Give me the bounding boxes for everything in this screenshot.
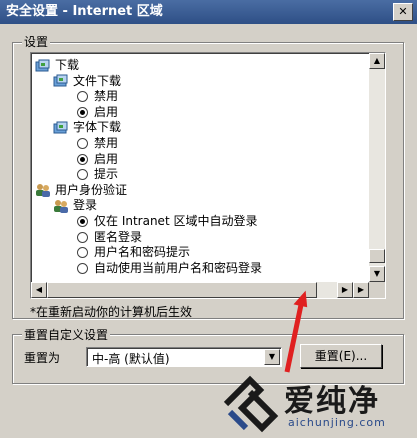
- radio-checked-icon[interactable]: [77, 153, 88, 165]
- vertical-scrollbar[interactable]: ▲ ▼: [369, 53, 385, 282]
- tree-item-label: 用户身份验证: [55, 182, 128, 197]
- close-button[interactable]: ✕: [393, 3, 413, 21]
- tree-item-label: 启用: [94, 104, 119, 119]
- restart-note: *在重新启动你的计算机后生效: [30, 305, 193, 319]
- radio-checked-icon[interactable]: [77, 216, 88, 227]
- scroll-right-end-button[interactable]: ▶: [353, 282, 369, 298]
- radio-unchecked-icon[interactable]: [77, 91, 88, 103]
- tree-category: 文件下载: [53, 73, 121, 89]
- tree-item-label: 仅在 Intranet 区域中自动登录: [94, 214, 258, 228]
- tree-category: 用户身份验证: [35, 182, 127, 198]
- users-icon: [36, 184, 50, 198]
- radio-option[interactable]: 仅在 Intranet 区域中自动登录: [77, 213, 257, 229]
- settings-folder-icon: [53, 74, 68, 87]
- tree-item-label: 启用: [94, 151, 119, 166]
- settings-group-label: 设置: [22, 33, 51, 50]
- tree-category: 下载: [35, 57, 79, 73]
- radio-option[interactable]: 禁用: [77, 88, 118, 104]
- radio-unchecked-icon[interactable]: [77, 231, 88, 243]
- tree-item-label: 文件下载: [73, 73, 122, 88]
- users-icon: [54, 199, 68, 213]
- tree-item-label: 禁用: [94, 89, 119, 104]
- scroll-right-button[interactable]: ▶: [337, 282, 353, 298]
- watermark: 爱纯净 aichunjing.com: [216, 370, 417, 438]
- radio-option[interactable]: 启用: [77, 104, 118, 120]
- title-bar[interactable]: 安全设置 - Internet 区域 ✕: [0, 0, 417, 24]
- radio-option[interactable]: 匿名登录: [77, 229, 142, 245]
- reset-button[interactable]: 重置(E)...: [300, 344, 382, 368]
- tree-item-label: 字体下载: [73, 120, 122, 135]
- settings-folder-icon: [53, 121, 68, 134]
- scroll-left-button[interactable]: ◀: [31, 282, 47, 298]
- tree-item-label: 提示: [94, 167, 119, 182]
- tree-category: 登录: [53, 197, 97, 213]
- tree-item-label: 登录: [73, 198, 98, 213]
- radio-unchecked-icon[interactable]: [77, 138, 88, 149]
- scroll-down-button[interactable]: ▼: [369, 266, 385, 282]
- radio-option[interactable]: 自动使用当前用户名和密码登录: [77, 260, 262, 276]
- radio-option[interactable]: 启用: [77, 151, 118, 167]
- tree-item-label: 自动使用当前用户名和密码登录: [94, 260, 263, 275]
- chevron-down-icon[interactable]: ▼: [264, 349, 280, 365]
- radio-unchecked-icon[interactable]: [77, 169, 88, 181]
- radio-option[interactable]: 提示: [77, 166, 118, 182]
- tree-item-label: 匿名登录: [94, 229, 143, 244]
- horizontal-scrollbar[interactable]: ◀ ▶ ▶: [31, 282, 369, 298]
- settings-tree[interactable]: ▲ ▼ ◀ ▶ ▶ 下载 文件下载 禁用 启用 字体下载 禁用 启用 提示 用户身份验证 登录 仅在…: [30, 52, 386, 299]
- watermark-url: aichunjing.com: [288, 416, 386, 429]
- scroll-up-button[interactable]: ▲: [369, 53, 385, 69]
- tree-category: 字体下载: [53, 119, 121, 135]
- scroll-corner: [369, 282, 385, 298]
- window-title: 安全设置 - Internet 区域: [6, 4, 163, 19]
- vertical-scroll-thumb[interactable]: [369, 249, 385, 263]
- settings-folder-icon: [35, 59, 50, 71]
- radio-unchecked-icon[interactable]: [77, 247, 88, 259]
- horizontal-scroll-thumb[interactable]: [47, 282, 317, 298]
- reset-to-label: 重置为: [24, 351, 61, 365]
- security-level-select[interactable]: 中-高 (默认值) ▼: [86, 347, 282, 367]
- reset-group-label: 重置自定义设置: [22, 326, 111, 343]
- tree-item-label: 禁用: [94, 136, 119, 150]
- tree-item-label: 用户名和密码提示: [94, 245, 191, 260]
- security-level-value: 中-高 (默认值): [92, 352, 170, 366]
- tree-item-label: 下载: [55, 58, 80, 72]
- radio-unchecked-icon[interactable]: [77, 262, 88, 274]
- radio-checked-icon[interactable]: [77, 106, 88, 118]
- radio-option[interactable]: 禁用: [77, 135, 118, 151]
- watermark-logo: [223, 375, 279, 433]
- watermark-text: 爱纯净: [284, 384, 380, 419]
- radio-option[interactable]: 用户名和密码提示: [77, 244, 190, 260]
